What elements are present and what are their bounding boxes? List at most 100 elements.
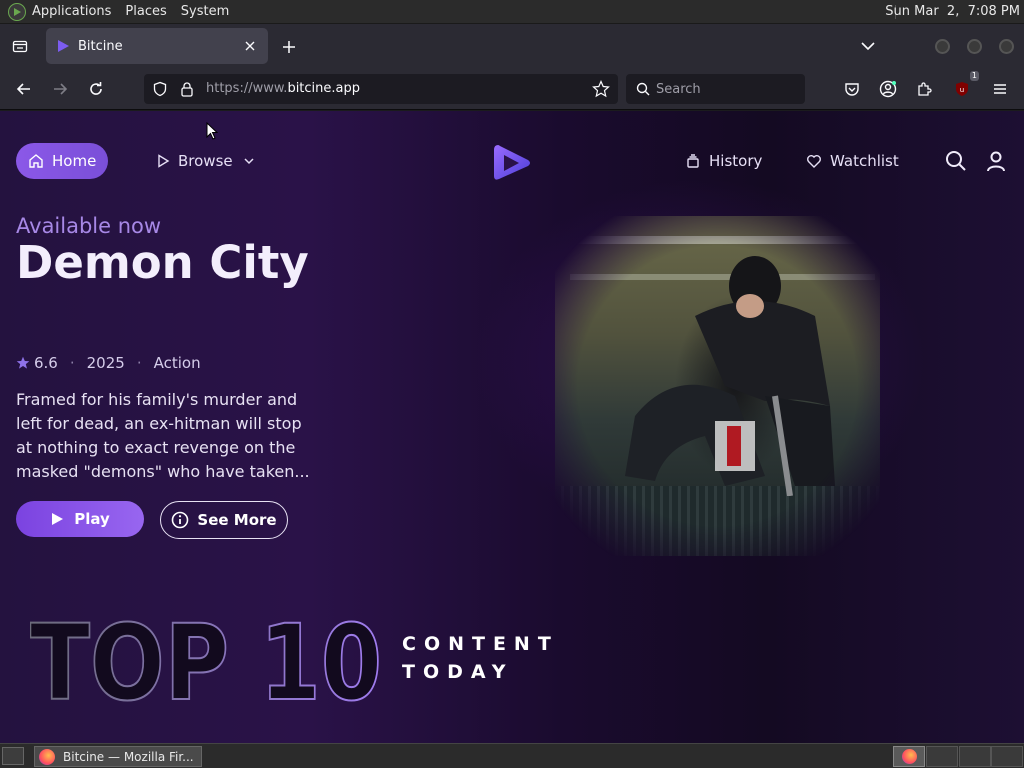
heart-icon: [807, 155, 821, 168]
reload-icon: [90, 82, 102, 95]
tab-bitcine[interactable]: Bitcine: [46, 28, 268, 64]
hero-description: Framed for his family's murder and left …: [16, 390, 310, 481]
play-icon: [52, 513, 64, 525]
arrow-right-icon: [54, 83, 68, 95]
menu-system[interactable]: System: [181, 4, 229, 19]
workspace-3[interactable]: [959, 746, 991, 767]
url-prefix: https://www.: [206, 81, 288, 96]
stack-icon: [687, 154, 699, 168]
bookmark-star-icon[interactable]: [592, 80, 610, 98]
workspace-2[interactable]: [926, 746, 958, 767]
show-desktop-button[interactable]: [2, 747, 24, 765]
lock-icon[interactable]: [180, 81, 194, 97]
extension-badge: 1: [969, 71, 979, 81]
clock[interactable]: Sun Mar 2, 7:08 PM: [885, 4, 1020, 19]
info-icon: [172, 511, 189, 529]
reload-button[interactable]: [84, 77, 108, 101]
nav-home[interactable]: Home: [16, 143, 108, 179]
see-more-button[interactable]: See More: [160, 501, 288, 539]
workspace-4[interactable]: [991, 746, 1023, 767]
user-icon: [987, 151, 1005, 172]
tab-title: Bitcine: [78, 38, 123, 54]
content-today-line1: CONTENT: [402, 633, 559, 655]
hero-poster-image: [555, 216, 880, 556]
tab-close-button[interactable]: [242, 38, 258, 54]
firefox-icon: [902, 749, 917, 764]
tab-list-icon: [12, 40, 28, 53]
nav-history-label: History: [709, 152, 763, 170]
nav-watchlist-label: Watchlist: [830, 152, 899, 170]
top10-graphic: TOP 10: [30, 601, 383, 711]
menu-applications[interactable]: Applications: [32, 4, 111, 19]
bitcine-page: Home Browse History Watchlist Available …: [0, 111, 1024, 743]
close-icon: [245, 41, 255, 51]
chevron-down-icon: [244, 158, 254, 165]
meta-separator: ·: [136, 354, 142, 372]
poster-figure: [625, 256, 835, 496]
os-logo-icon[interactable]: [8, 2, 26, 21]
firefox-icon: [39, 749, 55, 765]
search-icon: [636, 82, 650, 96]
site-navigation: Home Browse History Watchlist: [0, 111, 1024, 211]
pocket-button[interactable]: [840, 77, 864, 101]
ublock-button[interactable]: u 1: [950, 71, 979, 101]
account-icon: [879, 80, 897, 98]
star-icon: [16, 356, 30, 369]
ublock-icon: u: [956, 82, 968, 96]
forward-button[interactable]: [48, 77, 72, 101]
menu-button[interactable]: [988, 77, 1012, 101]
os-top-panel: Applications Places System Sun Mar 2, 7:…: [0, 0, 1024, 24]
arrow-left-icon: [16, 83, 30, 95]
see-more-label: See More: [197, 511, 277, 529]
nav-home-label: Home: [52, 152, 97, 170]
url-text[interactable]: https://www.bitcine.app: [206, 81, 360, 96]
play-button[interactable]: Play: [16, 501, 144, 537]
hero-availability: Available now: [16, 214, 162, 238]
maximize-button[interactable]: [967, 39, 982, 54]
profile-button[interactable]: [984, 149, 1008, 173]
content-today-label: CONTENT TODAY: [402, 630, 559, 686]
browser-tab-bar: Bitcine: [0, 24, 1024, 68]
search-icon: [946, 151, 966, 171]
back-button[interactable]: [12, 77, 36, 101]
shield-icon[interactable]: [152, 81, 168, 97]
taskbar-window-title: Bitcine — Mozilla Fir...: [63, 749, 194, 764]
url-host: bitcine.app: [287, 81, 360, 96]
hero-title: Demon City: [16, 236, 309, 289]
pocket-icon: [845, 83, 859, 96]
puzzle-icon: [918, 82, 932, 96]
search-input[interactable]: [656, 81, 796, 97]
bitcine-favicon-icon: [58, 40, 69, 52]
browser-nav-toolbar: https://www.bitcine.app u 1: [0, 68, 1024, 110]
nav-browse[interactable]: Browse: [156, 152, 255, 170]
nav-history[interactable]: History: [685, 152, 762, 170]
taskbar-window-firefox[interactable]: Bitcine — Mozilla Fir...: [34, 746, 202, 767]
mouse-cursor-icon: [206, 122, 218, 140]
hamburger-icon: [994, 84, 1006, 94]
extensions-button[interactable]: [912, 77, 936, 101]
close-window-button[interactable]: [999, 39, 1014, 54]
hero-year: 2025: [86, 354, 125, 372]
url-bar[interactable]: https://www.bitcine.app: [144, 74, 618, 104]
hero-genre: Action: [153, 354, 201, 372]
bitcine-logo[interactable]: [492, 141, 532, 185]
tab-list-button[interactable]: [0, 24, 40, 68]
hero-meta: 6.6 · 2025 · Action: [16, 354, 201, 372]
play-button-label: Play: [74, 510, 110, 528]
new-tab-button[interactable]: [278, 36, 300, 58]
poster-detail: [555, 486, 880, 556]
meta-separator: ·: [69, 354, 75, 372]
site-search-button[interactable]: [944, 149, 968, 173]
account-button[interactable]: [876, 77, 900, 101]
minimize-button[interactable]: [935, 39, 950, 54]
play-outline-icon: [158, 154, 170, 168]
chevron-down-icon[interactable]: [858, 38, 878, 54]
content-today-line2: TODAY: [402, 661, 514, 683]
svg-text:u: u: [960, 86, 964, 94]
menu-places[interactable]: Places: [125, 4, 166, 19]
home-icon: [29, 154, 43, 168]
nav-watchlist[interactable]: Watchlist: [806, 152, 899, 170]
search-bar[interactable]: [626, 74, 805, 104]
workspace-1[interactable]: [893, 746, 925, 767]
plus-icon: [283, 41, 295, 53]
